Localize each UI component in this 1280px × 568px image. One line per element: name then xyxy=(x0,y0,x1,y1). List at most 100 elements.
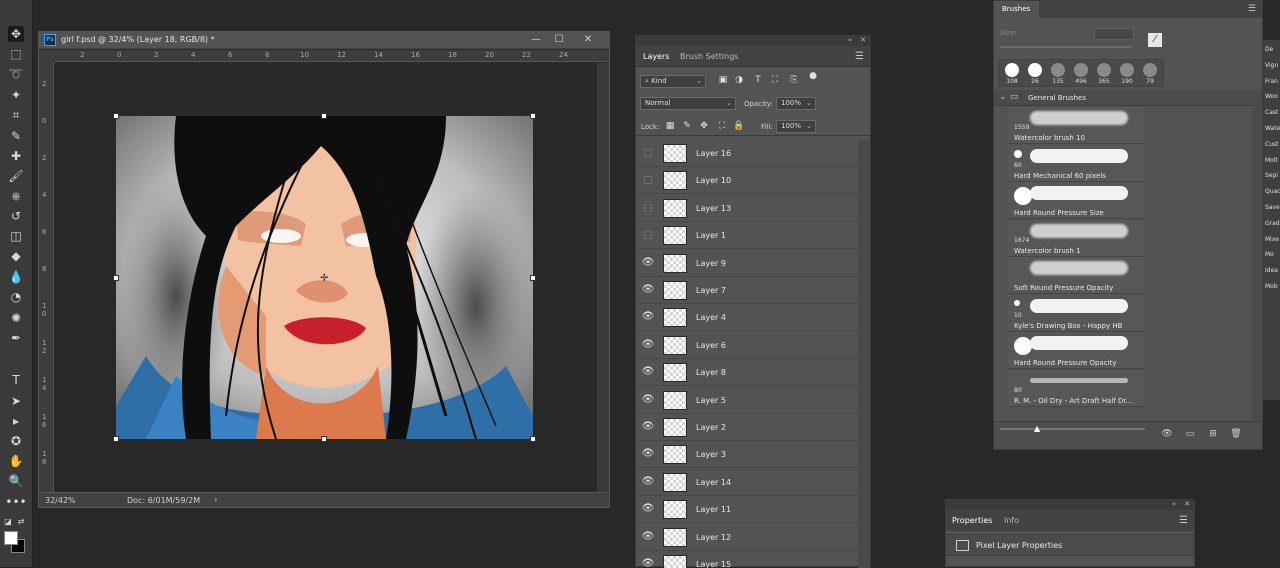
layer-name[interactable]: Layer 12 xyxy=(696,533,731,542)
panel-menu-icon[interactable]: ☰ xyxy=(855,51,864,62)
brush-item[interactable]: Soft Round Pressure Opacity xyxy=(1008,257,1144,294)
layer-name[interactable]: Layer 2 xyxy=(696,423,726,432)
brush-tool-icon[interactable]: 🖌 xyxy=(8,168,24,184)
document-scrollbar[interactable] xyxy=(597,63,609,492)
visibility-eye-icon[interactable]: 👁 xyxy=(641,283,655,297)
layer-name[interactable]: Layer 13 xyxy=(696,204,731,213)
tab-properties[interactable]: Properties xyxy=(952,516,992,525)
preset-item[interactable]: Mo xyxy=(1265,251,1274,258)
visibility-eye-icon[interactable]: 👁 xyxy=(641,310,655,324)
pivot-point-icon[interactable]: ✛ xyxy=(320,273,328,284)
filter-kind-select[interactable]: ⌕ Kind ⌄ xyxy=(640,75,706,88)
sponge-tool-icon[interactable]: ✺ xyxy=(8,310,24,326)
blend-mode-select[interactable]: Normal ⌄ xyxy=(640,97,736,110)
layer-row[interactable]: 👁 Layer 5 xyxy=(636,387,858,414)
transform-handle[interactable] xyxy=(113,436,119,442)
history-brush-icon[interactable]: ↺ xyxy=(8,208,24,224)
layer-thumbnail[interactable] xyxy=(663,198,687,218)
eyedropper-tool-icon[interactable]: ✎ xyxy=(8,128,24,144)
artwork-layer[interactable]: ✛ xyxy=(113,113,536,442)
opacity-field[interactable]: 100% ⌄ xyxy=(776,97,816,110)
preset-item[interactable]: Woo xyxy=(1265,93,1278,100)
dodge-tool-icon[interactable]: ◔ xyxy=(8,289,24,305)
lock-all-icon[interactable]: 🔒 xyxy=(733,120,745,132)
visibility-eye-icon[interactable]: 👁 xyxy=(641,420,655,434)
tab-brush-settings[interactable]: Brush Settings xyxy=(680,52,738,61)
visibility-toggle-empty[interactable] xyxy=(644,203,652,212)
lock-artboard-icon[interactable]: ⛶ xyxy=(716,120,728,132)
transform-handle[interactable] xyxy=(530,436,536,442)
panel-menu-icon[interactable]: ☰ xyxy=(1179,515,1188,526)
preset-item[interactable]: Save xyxy=(1265,204,1280,211)
layer-thumbnail[interactable] xyxy=(663,445,687,465)
vertical-ruler[interactable]: 2 0 2 4 6 8 1 0 1 2 1 4 1 6 1 8 xyxy=(39,62,54,492)
brush-item[interactable]: 1674 Watercolor brush 1 xyxy=(1008,219,1144,257)
transform-handle[interactable] xyxy=(321,436,327,442)
layer-thumbnail[interactable] xyxy=(663,472,687,492)
pen-tool-icon[interactable]: ✒ xyxy=(8,330,24,346)
crop-tool-icon[interactable]: ⌗ xyxy=(8,107,24,123)
close-panel-icon[interactable]: ✕ xyxy=(1184,500,1190,508)
layer-thumbnail[interactable] xyxy=(663,226,687,246)
preview-size-slider[interactable] xyxy=(1000,428,1145,430)
visibility-toggle-empty[interactable] xyxy=(644,149,652,157)
layer-name[interactable]: Layer 16 xyxy=(696,149,731,158)
transform-handle[interactable] xyxy=(113,275,119,281)
visibility-toggle-empty[interactable] xyxy=(644,176,652,185)
preset-item[interactable]: Quac xyxy=(1265,188,1280,195)
visibility-eye-icon[interactable]: 👁 xyxy=(641,557,655,568)
more-tools-icon[interactable]: ••• xyxy=(5,494,26,510)
eraser-tool-icon[interactable]: ◫ xyxy=(8,228,24,244)
layer-name[interactable]: Layer 6 xyxy=(696,341,726,350)
type-tool-icon[interactable]: T xyxy=(8,372,24,388)
default-colors-icon[interactable]: ◪ xyxy=(3,514,13,530)
layer-row[interactable]: Layer 10 xyxy=(636,167,858,195)
layer-row[interactable]: 👁 Layer 12 xyxy=(636,524,858,551)
preset-item[interactable]: Mob xyxy=(1265,283,1278,290)
lasso-tool-icon[interactable]: ➰ xyxy=(8,66,24,82)
preset-item[interactable]: Sepi xyxy=(1265,172,1278,179)
layer-name[interactable]: Layer 11 xyxy=(696,505,731,514)
transform-handle[interactable] xyxy=(530,113,536,119)
preset-item[interactable]: Fran xyxy=(1265,78,1278,85)
size-slider[interactable] xyxy=(1000,46,1132,48)
layer-thumbnail[interactable] xyxy=(663,390,687,410)
brush-item[interactable]: 80 R. M. - Oil Dry - Art Draft Half Dr... xyxy=(1008,369,1144,407)
close-button[interactable]: ✕ xyxy=(580,33,596,47)
pointer-tool-icon[interactable]: ▸ xyxy=(8,413,24,429)
preset-item[interactable]: De xyxy=(1265,46,1273,53)
preset-item[interactable]: Idea xyxy=(1265,267,1278,274)
minimize-button[interactable]: — xyxy=(528,33,544,47)
layer-thumbnail[interactable] xyxy=(663,253,687,273)
visibility-eye-icon[interactable]: 👁 xyxy=(641,502,655,516)
layer-row[interactable]: 👁 Layer 9 xyxy=(636,250,858,277)
new-group-icon[interactable]: ▭ xyxy=(1183,427,1197,441)
layer-thumbnail[interactable] xyxy=(663,281,687,300)
layers-scrollbar[interactable] xyxy=(858,140,870,568)
move-tool-icon[interactable]: ✥ xyxy=(8,26,24,42)
visibility-eye-icon[interactable]: 👁 xyxy=(641,338,655,352)
layer-name[interactable]: Layer 4 xyxy=(696,313,726,322)
layer-row[interactable]: 👁 Layer 7 xyxy=(636,277,858,304)
blur-tool-icon[interactable]: 💧 xyxy=(8,269,24,285)
tab-info[interactable]: Info xyxy=(1004,516,1019,525)
adjustment-filter-icon[interactable]: ◑ xyxy=(733,74,745,86)
layer-row[interactable]: 👁 Layer 8 xyxy=(636,359,858,387)
transform-handle[interactable] xyxy=(113,113,119,119)
transform-handle[interactable] xyxy=(530,275,536,281)
new-brush-icon[interactable]: ⊞ xyxy=(1206,427,1220,441)
layer-name[interactable]: Layer 14 xyxy=(696,478,731,487)
layer-row[interactable]: 👁 Layer 6 xyxy=(636,332,858,359)
brush-item[interactable]: Hard Round Pressure Size xyxy=(1008,182,1144,219)
layer-row[interactable]: 👁 Layer 14 xyxy=(636,469,858,496)
chevron-down-icon[interactable]: ⌄ xyxy=(999,92,1007,102)
brush-preset[interactable]: 108 xyxy=(1002,62,1022,86)
toggle-preview-icon[interactable]: 👁 xyxy=(1160,427,1174,441)
preset-item[interactable]: Cast xyxy=(1265,109,1278,116)
preset-item[interactable]: Grad xyxy=(1265,220,1280,227)
horizontal-ruler[interactable]: 2 0 2 4 6 8 10 12 14 16 18 20 22 24 xyxy=(54,50,609,62)
marquee-tool-icon[interactable]: ⬚ xyxy=(8,46,24,62)
lock-position-icon[interactable]: ✥ xyxy=(698,120,710,132)
shape-filter-icon[interactable]: ⛶ xyxy=(769,74,781,86)
preset-item[interactable]: Wate xyxy=(1265,125,1280,132)
